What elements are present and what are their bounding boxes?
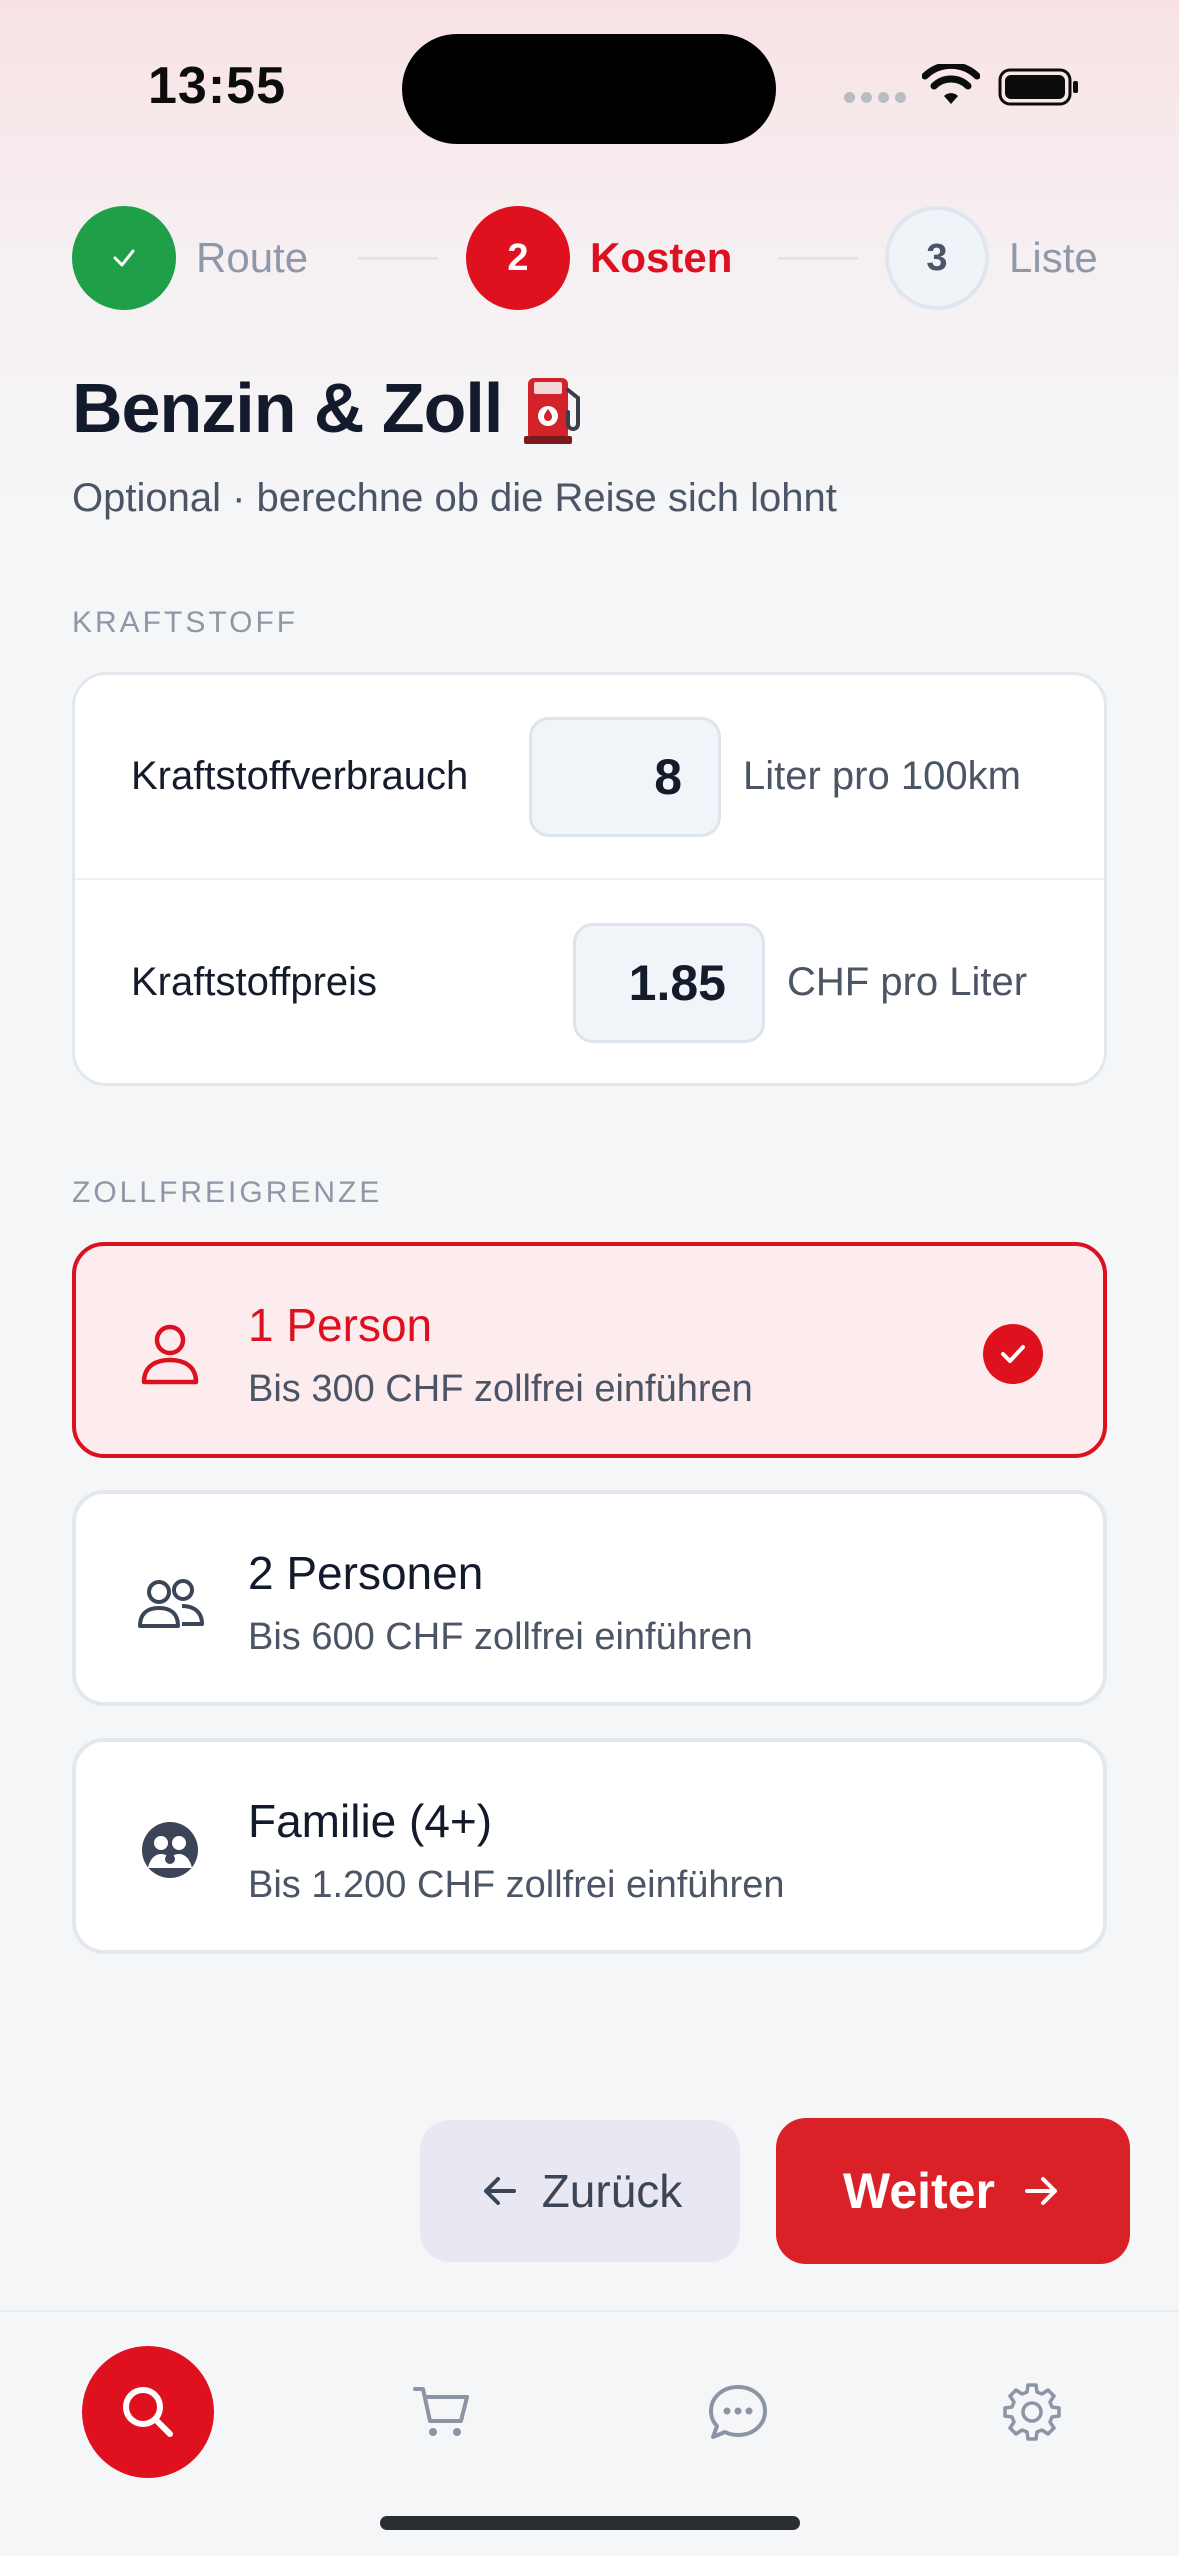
duty-option-subtitle: Bis 1.200 CHF zollfrei einführen <box>248 1864 785 1906</box>
duty-option-title: 2 Personen <box>248 1547 484 1599</box>
fuel-consumption-label: Kraftstoffverbrauch <box>131 754 469 798</box>
step-route-label: Route <box>196 234 309 281</box>
back-button-label: Zurück <box>541 2165 683 2217</box>
fuel-consumption-unit: Liter pro 100km <box>743 754 1021 798</box>
step-liste-circle: 3 <box>885 206 989 310</box>
step-kosten[interactable]: 2 Kosten <box>466 206 732 310</box>
wifi-icon <box>922 64 980 104</box>
fuel-price-unit: CHF pro Liter <box>787 960 1028 1004</box>
tab-search[interactable] <box>82 2346 214 2478</box>
back-button[interactable]: Zurück <box>420 2120 740 2262</box>
battery-icon <box>998 68 1078 106</box>
step-kosten-circle: 2 <box>466 206 570 310</box>
page-subtitle: Optional · berechne ob die Reise sich lo… <box>72 476 837 520</box>
step-liste[interactable]: 3 Liste <box>885 206 1098 310</box>
step-kosten-label: Kosten <box>590 234 733 281</box>
step-liste-label: Liste <box>1009 234 1098 281</box>
page-title: Benzin & Zoll <box>72 368 588 448</box>
fuel-consumption-input[interactable]: 8 <box>529 717 721 837</box>
arrow-left-icon <box>483 2177 516 2205</box>
fuel-pump-icon <box>524 378 581 444</box>
person-icon <box>141 1324 199 1385</box>
gear-icon <box>1003 2383 1061 2441</box>
duty-option-subtitle: Bis 600 CHF zollfrei einführen <box>248 1616 753 1658</box>
check-icon <box>113 249 135 267</box>
duty-option-family[interactable]: Familie (4+) Bis 1.200 CHF zollfrei einf… <box>72 1738 1107 1954</box>
family-icon <box>142 1822 198 1878</box>
step-connector <box>358 257 438 260</box>
duty-option-title: 1 Person <box>248 1299 433 1351</box>
next-button-label: Weiter <box>843 2163 995 2219</box>
dynamic-island <box>402 34 776 144</box>
tab-chat[interactable] <box>672 2346 804 2478</box>
step-route-circle <box>72 206 176 310</box>
step-connector <box>778 257 858 260</box>
tab-cart[interactable] <box>376 2346 508 2478</box>
progress-stepper: Route 2 Kosten 3 Liste <box>72 206 1107 310</box>
step-route[interactable]: Route <box>72 206 308 310</box>
selected-check-icon <box>983 1324 1043 1384</box>
arrow-right-icon <box>1024 2177 1057 2205</box>
cart-icon <box>413 2387 469 2436</box>
section-label-duty: ZOLLFREIGRENZE <box>72 1176 383 1209</box>
fuel-card: Kraftstoffverbrauch 8 Liter pro 100km Kr… <box>72 672 1107 1086</box>
status-bar: 13:55 <box>0 0 1179 170</box>
fuel-price-row: Kraftstoffpreis 1.85 CHF pro Liter <box>75 880 1104 1085</box>
page-title-text: Benzin & Zoll <box>72 369 503 447</box>
section-label-fuel: KRAFTSTOFF <box>72 606 299 639</box>
status-time: 13:55 <box>148 57 286 115</box>
cellular-signal-icon <box>844 92 906 103</box>
duty-option-2-persons[interactable]: 2 Personen Bis 600 CHF zollfrei einführe… <box>72 1490 1107 1706</box>
duty-option-1-person[interactable]: 1 Person Bis 300 CHF zollfrei einführen <box>72 1242 1107 1458</box>
duty-option-title: Familie (4+) <box>248 1795 493 1847</box>
fuel-price-input[interactable]: 1.85 <box>573 923 765 1043</box>
duty-option-subtitle: Bis 300 CHF zollfrei einführen <box>248 1368 753 1410</box>
next-button[interactable]: Weiter <box>776 2118 1130 2264</box>
search-icon <box>123 2387 173 2437</box>
fuel-price-label: Kraftstoffpreis <box>131 960 378 1004</box>
home-indicator <box>380 2516 800 2530</box>
tab-settings[interactable] <box>966 2346 1098 2478</box>
chat-icon <box>709 2385 767 2439</box>
fuel-consumption-row: Kraftstoffverbrauch 8 Liter pro 100km <box>75 675 1104 880</box>
two-persons-icon <box>138 1579 204 1628</box>
